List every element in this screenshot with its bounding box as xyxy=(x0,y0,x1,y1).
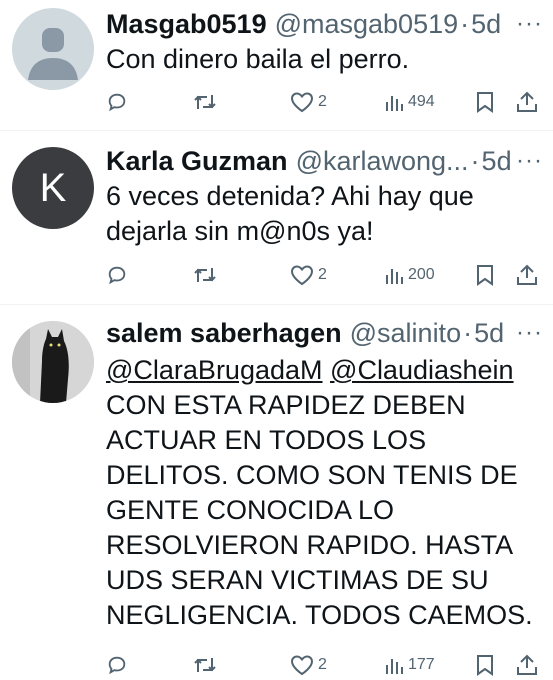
share-icon xyxy=(517,264,537,285)
tweet-text: 6 veces detenida? Ahi hay que dejarla si… xyxy=(106,179,541,249)
tweet-2[interactable]: K Karla Guzman @karlawong... · 5d ··· 6 … xyxy=(0,130,553,304)
repost-icon xyxy=(194,268,216,282)
tweet-text-line: 6 veces detenida? Ahi hay que xyxy=(106,181,474,211)
tweet-text-line: Con dinero baila el perro. xyxy=(106,44,410,74)
tweet-text-line: NEGLIGENCIA. TODOS CAEMOS. xyxy=(106,600,533,630)
repost-button[interactable] xyxy=(192,261,218,289)
reply-icon xyxy=(108,266,126,285)
mentions-line: @ClaraBrugadaM @Claudiashein xyxy=(106,353,541,388)
mention-link[interactable]: @ClaraBrugadaM xyxy=(106,355,323,385)
bookmark-icon xyxy=(477,265,493,286)
bookmark-icon xyxy=(477,655,493,676)
like-count: 2 xyxy=(318,266,327,283)
avatar[interactable]: K xyxy=(12,147,94,229)
author-handle[interactable]: @salinito xyxy=(350,317,461,349)
timestamp[interactable]: 5d xyxy=(471,8,501,40)
tweet-header: salem saberhagen @salinito · 5d ··· xyxy=(106,317,543,349)
heart-icon xyxy=(290,92,314,113)
more-icon[interactable]: ··· xyxy=(516,145,543,177)
reply-button[interactable] xyxy=(106,88,128,116)
timestamp[interactable]: 5d xyxy=(482,145,512,177)
repost-icon xyxy=(194,658,216,672)
tweet-3[interactable]: salem saberhagen @salinito · 5d ··· @Cla… xyxy=(0,304,553,680)
mention-link[interactable]: @Claudiashein xyxy=(330,355,514,385)
views-icon xyxy=(386,96,403,111)
tweet-text-line: RESOLVIERON RAPIDO. HASTA xyxy=(106,530,514,560)
tweet-1[interactable]: Masgab0519 @masgab0519 · 5d ··· Con dine… xyxy=(0,0,553,130)
heart-icon xyxy=(290,265,314,286)
avatar-initial: K xyxy=(39,165,67,210)
author-name[interactable]: Karla Guzman xyxy=(106,145,288,177)
like-button[interactable]: 2 xyxy=(290,88,327,116)
like-count: 2 xyxy=(318,93,327,110)
views-button[interactable]: 200 xyxy=(384,261,435,289)
author-handle[interactable]: @masgab0519 xyxy=(275,8,459,40)
reply-button[interactable] xyxy=(106,261,128,289)
action-bar: 2 200 xyxy=(106,261,538,289)
default-avatar-icon xyxy=(28,28,78,80)
timestamp[interactable]: 5d xyxy=(474,317,504,349)
reply-button[interactable] xyxy=(106,651,128,679)
share-button[interactable] xyxy=(516,651,538,679)
view-count: 177 xyxy=(408,656,435,673)
tweet-text-line: UDS SERAN VICTIMAS DE SU xyxy=(106,565,489,595)
avatar[interactable] xyxy=(12,321,94,403)
bookmark-button[interactable] xyxy=(476,651,494,679)
share-icon xyxy=(517,654,537,675)
tweet-text-line: CON ESTA RAPIDEZ DEBEN xyxy=(106,390,466,420)
action-bar: 2 494 xyxy=(106,88,538,116)
like-button[interactable]: 2 xyxy=(290,651,327,679)
more-icon[interactable]: ··· xyxy=(516,317,543,349)
separator-dot: · xyxy=(470,146,480,176)
tweet-text: Con dinero baila el perro. xyxy=(106,42,541,77)
bookmark-button[interactable] xyxy=(476,261,494,289)
repost-icon xyxy=(194,95,216,109)
share-button[interactable] xyxy=(516,88,538,116)
share-button[interactable] xyxy=(516,261,538,289)
repost-button[interactable] xyxy=(192,651,218,679)
tweet-header: Masgab0519 @masgab0519 · 5d ··· xyxy=(106,8,543,40)
author-name[interactable]: salem saberhagen xyxy=(106,317,342,349)
author-name[interactable]: Masgab0519 xyxy=(106,8,267,40)
like-count: 2 xyxy=(318,656,327,673)
views-icon xyxy=(386,659,403,674)
avatar[interactable] xyxy=(12,8,94,90)
author-handle[interactable]: @karlawong... xyxy=(296,145,469,177)
reply-icon xyxy=(108,656,126,675)
tweet-header: Karla Guzman @karlawong... · 5d ··· xyxy=(106,145,543,177)
view-count: 200 xyxy=(408,266,435,283)
bookmark-button[interactable] xyxy=(476,88,494,116)
cat-photo-icon xyxy=(12,321,94,403)
action-bar: 2 177 xyxy=(106,651,538,679)
share-icon xyxy=(517,91,537,112)
bookmark-icon xyxy=(477,92,493,113)
tweet-text-line: GENTE CONOCIDA LO xyxy=(106,495,395,525)
like-button[interactable]: 2 xyxy=(290,261,327,289)
views-button[interactable]: 177 xyxy=(384,651,435,679)
heart-icon xyxy=(290,655,314,676)
views-icon xyxy=(386,269,403,284)
views-button[interactable]: 494 xyxy=(384,88,435,116)
repost-button[interactable] xyxy=(192,88,218,116)
tweet-text-line: DELITOS. COMO SON TENIS DE xyxy=(106,460,518,490)
reply-icon xyxy=(108,93,126,112)
separator-dot: · xyxy=(460,9,470,39)
more-icon[interactable]: ··· xyxy=(516,8,543,40)
tweet-text-line: dejarla sin m@n0s ya! xyxy=(106,216,374,246)
tweet-text-line: ACTUAR EN TODOS LOS xyxy=(106,425,427,455)
view-count: 494 xyxy=(408,93,435,110)
tweet-text: @ClaraBrugadaM @Claudiashein CON ESTA RA… xyxy=(106,353,541,633)
separator-dot: · xyxy=(463,318,473,348)
